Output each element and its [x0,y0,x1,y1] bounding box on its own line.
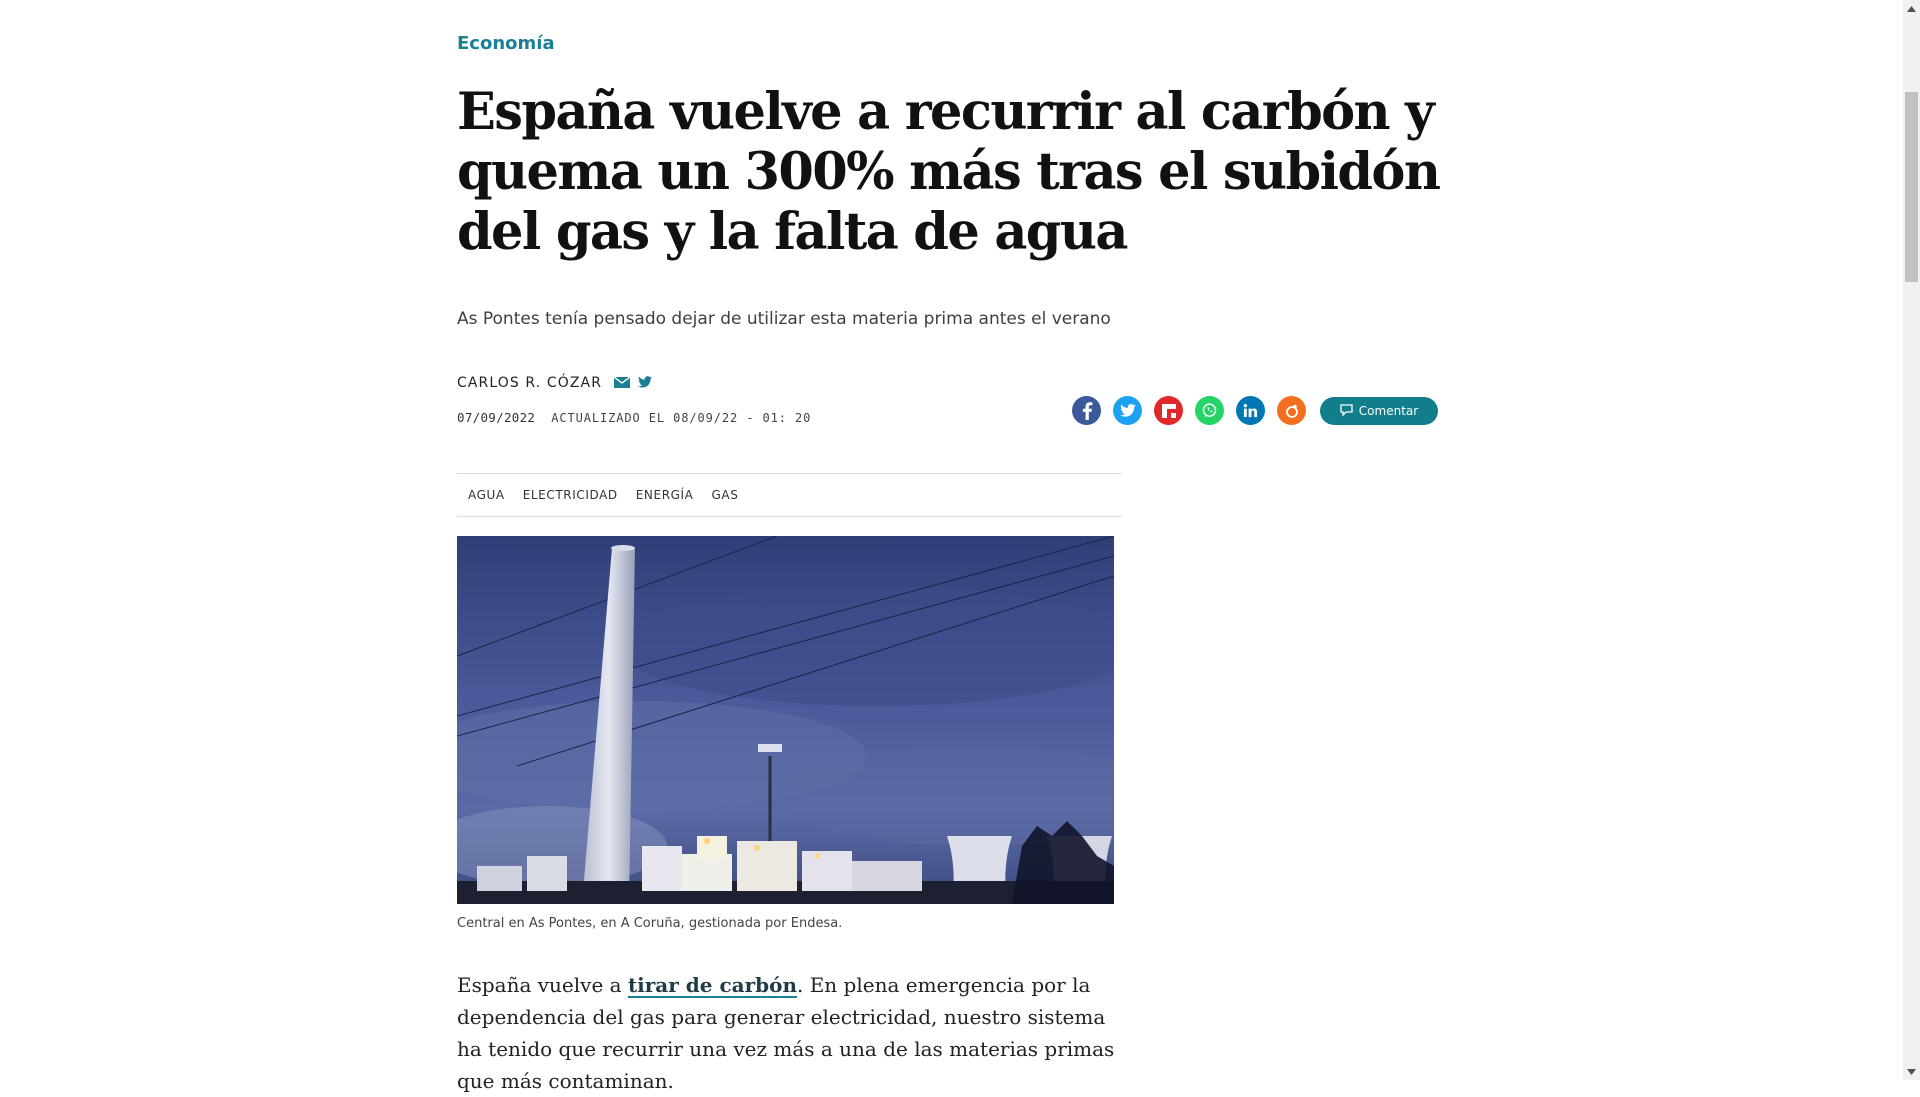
article-headline: España vuelve a recurrir al carbón y que… [457,82,1441,262]
article-figure: Central en As Pontes, en A Coruña, gesti… [457,536,1114,931]
author-contact-icons [613,373,653,392]
publish-date: 07/09/2022 [457,410,536,425]
twitter-icon[interactable] [638,373,653,392]
article-subtitle: As Pontes tenía pensado dejar de utiliza… [457,309,1111,329]
author-row: CARLOS R. CÓZAR [457,373,653,392]
facebook-icon[interactable] [1072,396,1101,425]
scrollbar-thumb[interactable] [1905,92,1918,282]
author-name[interactable]: CARLOS R. CÓZAR [457,375,602,391]
share-bar: Comentar [1072,396,1438,425]
twitter-share-icon[interactable] [1113,396,1142,425]
comment-label: Comentar [1358,403,1419,418]
meneame-icon[interactable] [1277,396,1306,425]
scroll-down-arrow-icon[interactable] [1903,1063,1920,1080]
article-body: España vuelve a tirar de carbón. En plen… [457,969,1122,1097]
photo-caption: Central en As Pontes, en A Coruña, gesti… [457,916,843,931]
updated-date: ACTUALIZADO EL 08/09/22 - 01: 20 [551,410,812,425]
comment-icon [1340,401,1353,420]
flipboard-icon[interactable] [1154,396,1183,425]
tag-list: AGUA ELECTRICIDAD ENERGÍA GAS [457,473,1122,517]
tag-electricidad[interactable]: ELECTRICIDAD [523,488,618,502]
power-plant-photo [457,536,1114,904]
comment-button[interactable]: Comentar [1320,396,1438,425]
section-link[interactable]: Economía [457,33,555,54]
tag-gas[interactable]: GAS [711,488,738,502]
linkedin-icon[interactable] [1236,396,1265,425]
tag-energia[interactable]: ENERGÍA [636,488,694,502]
whatsapp-icon[interactable] [1195,396,1224,425]
vertical-scrollbar[interactable] [1903,0,1920,1080]
date-row: 07/09/2022 ACTUALIZADO EL 08/09/22 - 01:… [457,410,811,425]
mail-icon[interactable] [613,373,631,392]
tag-agua[interactable]: AGUA [468,488,505,502]
body-link-tirar-de-carbon[interactable]: tirar de carbón [628,973,797,997]
article-page: Economía España vuelve a recurrir al car… [0,0,1920,1093]
body-text-start: España vuelve a [457,973,628,997]
scroll-up-arrow-icon[interactable] [1903,0,1920,17]
